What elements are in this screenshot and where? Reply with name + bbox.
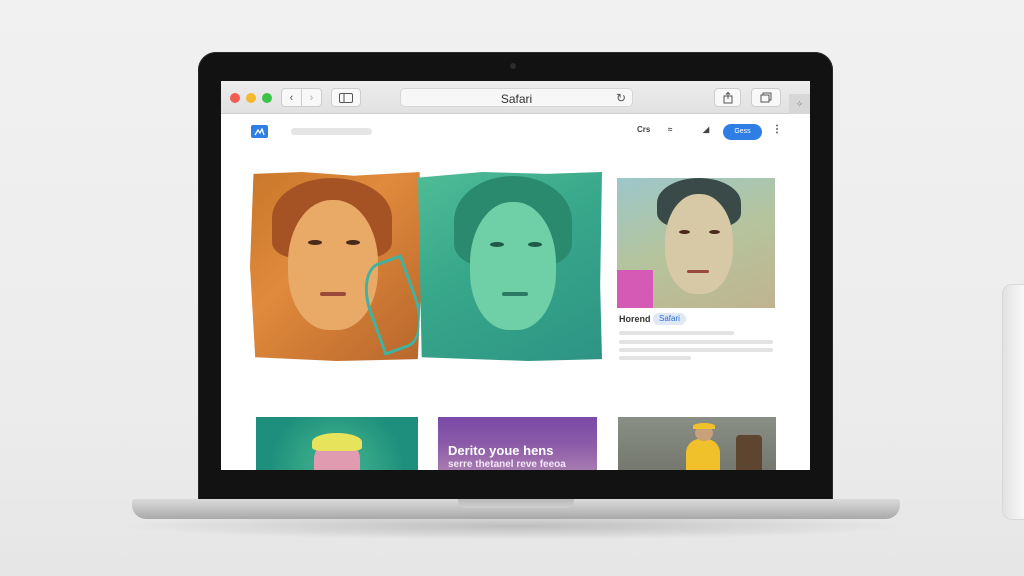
webcam: [510, 63, 516, 69]
reload-icon[interactable]: ↻: [616, 91, 626, 105]
site-logo-icon: [254, 127, 265, 135]
chevron-right-icon: ›: [309, 91, 314, 104]
portrait-mouth: [687, 270, 709, 273]
portrait-hair: [312, 433, 362, 451]
card-3-caption[interactable]: Horend: [619, 314, 651, 324]
text-placeholder-line: [619, 331, 734, 335]
chair-shape: [736, 435, 762, 470]
side-device: [1002, 284, 1024, 520]
portrait-mouth: [502, 292, 528, 296]
laptop-lid: ‹ › Safari ↻ ✧ Crs ≈ ◢ Gess ⋮ Horend Saf…: [198, 52, 833, 502]
gallery-card-1[interactable]: [250, 172, 423, 361]
card-5-title: Derito youe hens: [448, 443, 554, 458]
safari-toolbar: ‹ › Safari ↻: [221, 81, 810, 114]
gallery-card-4[interactable]: [256, 417, 418, 470]
search-bar-placeholder[interactable]: [291, 128, 372, 135]
portrait-eye: [528, 242, 542, 247]
gallery-card-3[interactable]: [617, 178, 775, 308]
back-button[interactable]: ‹: [281, 88, 302, 107]
corner-control-icon[interactable]: ✧: [789, 94, 810, 114]
chevron-left-icon: ‹: [289, 91, 294, 104]
sidebar-toggle-button[interactable]: [331, 88, 361, 107]
portrait-mouth: [320, 292, 346, 296]
nav-link-3[interactable]: ◢: [703, 125, 709, 134]
tab-overview-button[interactable]: [751, 88, 781, 107]
share-button[interactable]: [714, 88, 741, 107]
sidebar-icon: [339, 92, 353, 103]
portrait-face: [665, 194, 733, 294]
zoom-window-button[interactable]: [262, 93, 272, 103]
source-tag[interactable]: Safari: [653, 313, 686, 325]
primary-action-button[interactable]: Gess: [723, 124, 762, 140]
portrait-face: [288, 200, 378, 330]
laptop-screen: ‹ › Safari ↻ ✧ Crs ≈ ◢ Gess ⋮ Horend Saf…: [221, 81, 810, 470]
person-figure: [686, 439, 720, 470]
portrait-face: [470, 202, 556, 330]
card-5-subtitle: serre thetanel reve feeoa: [448, 459, 566, 470]
site-logo[interactable]: [251, 125, 268, 138]
portrait-eye: [346, 240, 360, 245]
portrait-eye: [709, 230, 720, 234]
nav-link-2[interactable]: ≈: [668, 125, 672, 134]
lid-opening-notch: [458, 499, 574, 508]
portrait-eye: [490, 242, 504, 247]
person-cap: [693, 423, 715, 429]
address-text: Safari: [500, 92, 533, 106]
share-icon: [723, 91, 732, 103]
building-shape: [617, 270, 653, 308]
text-placeholder-line: [619, 348, 773, 352]
nav-link-1[interactable]: Crs: [637, 125, 650, 134]
address-bar[interactable]: Safari ↻: [400, 88, 633, 107]
forward-button[interactable]: ›: [301, 88, 322, 107]
gallery-card-2[interactable]: [418, 172, 602, 361]
laptop-base: [132, 499, 900, 519]
text-placeholder-line: [619, 340, 773, 344]
portrait-eye: [308, 240, 322, 245]
minimize-window-button[interactable]: [246, 93, 256, 103]
gallery-card-6[interactable]: [618, 417, 776, 470]
more-options-icon[interactable]: ⋮: [772, 124, 782, 135]
gallery-card-5[interactable]: Derito youe hens serre thetanel reve fee…: [438, 417, 597, 470]
tabs-icon: [760, 92, 772, 103]
close-window-button[interactable]: [230, 93, 240, 103]
portrait-eye: [679, 230, 690, 234]
text-placeholder-line: [619, 356, 691, 360]
